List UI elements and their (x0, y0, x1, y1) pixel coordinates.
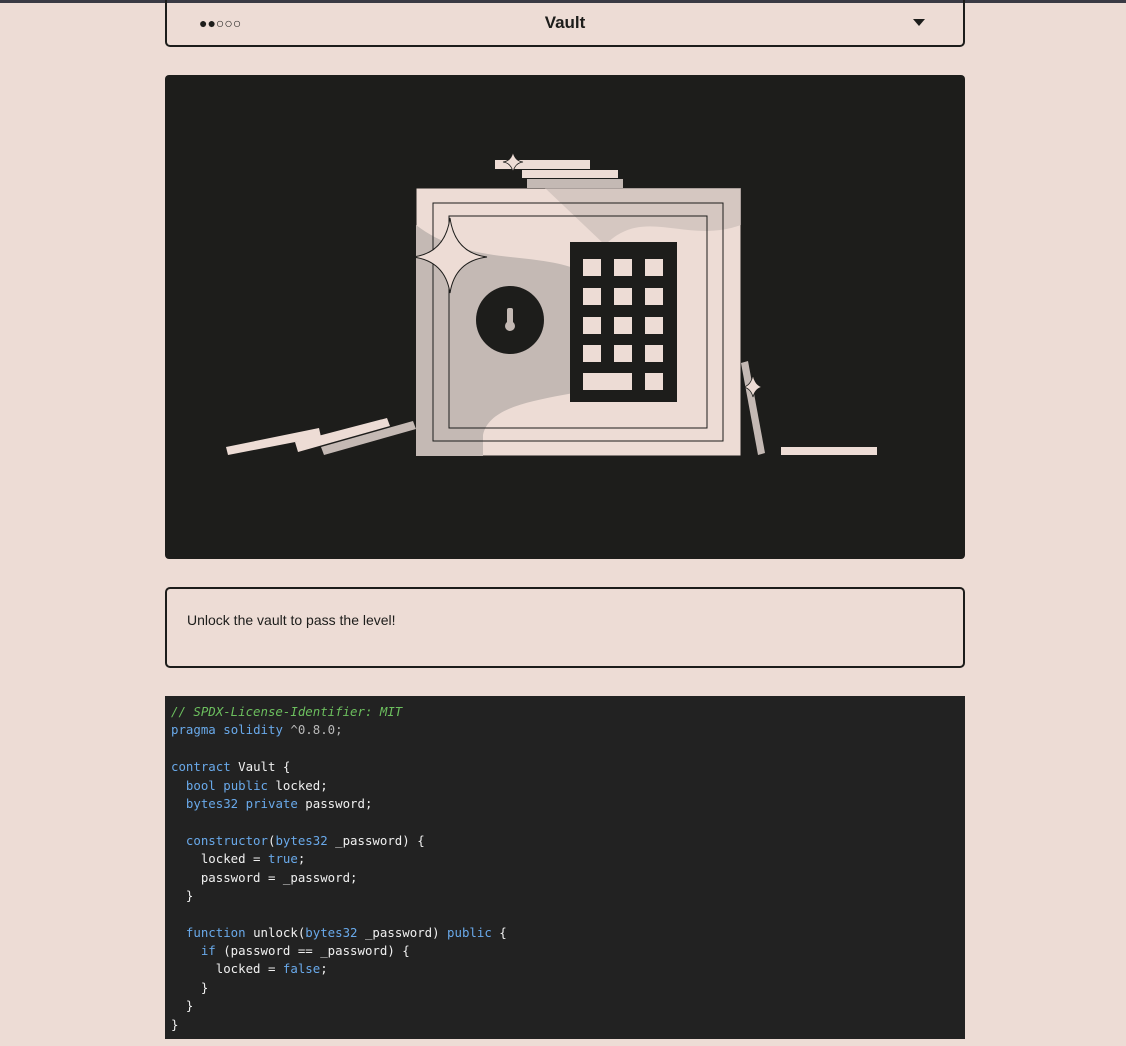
code-line: bool public locked; (171, 777, 959, 795)
code-token: // SPDX-License-Identifier: MIT (171, 704, 403, 719)
code-token: ; (320, 961, 328, 977)
level-description: Unlock the vault to pass the level! (165, 587, 965, 668)
code-token: (password == _password) { (215, 943, 410, 959)
code-token: ^0.8.0; (282, 722, 343, 738)
code-line: // SPDX-License-Identifier: MIT (171, 703, 959, 721)
code-line: locked = true; (171, 850, 959, 868)
code-line: contract Vault { (171, 758, 959, 776)
code-line: password = _password; (171, 869, 959, 887)
code-line: bytes32 private password; (171, 795, 959, 813)
code-token: bool (185, 777, 216, 793)
vault-safe-illustration (226, 151, 877, 457)
code-token: bytes32 (185, 795, 239, 811)
level-title: Vault (544, 12, 586, 32)
code-token: constructor (185, 832, 268, 848)
code-token: if (200, 943, 216, 959)
code-token: _password) { (327, 832, 425, 848)
contract-source-code: // SPDX-License-Identifier: MIT pragma so… (165, 696, 965, 1039)
code-token: contract (171, 759, 231, 775)
code-token: Vault { (230, 759, 291, 775)
caret-down-icon[interactable] (913, 19, 925, 26)
code-line: constructor(bytes32 _password) { (171, 832, 959, 850)
code-token: ; (297, 851, 306, 867)
code-token: locked = (171, 961, 283, 977)
code-line: } (171, 979, 959, 997)
code-token: true (267, 851, 298, 867)
code-token: } (171, 979, 209, 995)
code-token: } (171, 998, 194, 1014)
code-token: public (223, 777, 268, 793)
code-token: } (171, 1016, 179, 1032)
code-token: pragma (171, 722, 216, 738)
code-line: } (171, 997, 959, 1015)
code-token: unlock( (245, 924, 306, 940)
code-token: private (245, 795, 298, 811)
code-token: function (185, 924, 246, 940)
code-token: bytes32 (275, 832, 328, 848)
code-line: } (171, 887, 959, 905)
code-token: solidity (223, 722, 283, 738)
code-token: public (447, 924, 492, 940)
code-token: _password) (357, 924, 448, 940)
code-line: pragma solidity ^0.8.0; (171, 721, 959, 739)
code-line: if (password == _password) { (171, 942, 959, 960)
description-text: Unlock the vault to pass the level! (187, 612, 396, 628)
code-line: function unlock(bytes32 _password) publi… (171, 924, 959, 942)
code-line: } (171, 1016, 959, 1034)
code-token: } (171, 887, 194, 903)
code-token: password = _password; (171, 869, 358, 885)
code-line: locked = false; (171, 960, 959, 978)
level-illustration (165, 75, 965, 559)
code-token: bytes32 (305, 924, 358, 940)
code-token: locked; (268, 777, 328, 793)
code-token: false (282, 961, 321, 977)
code-token: password; (297, 795, 373, 811)
code-token: { (491, 924, 507, 940)
level-selector[interactable]: ●●○○○ Vault (165, 0, 965, 47)
code-token: locked = (171, 851, 268, 867)
difficulty-rating: ●●○○○ (199, 15, 242, 31)
